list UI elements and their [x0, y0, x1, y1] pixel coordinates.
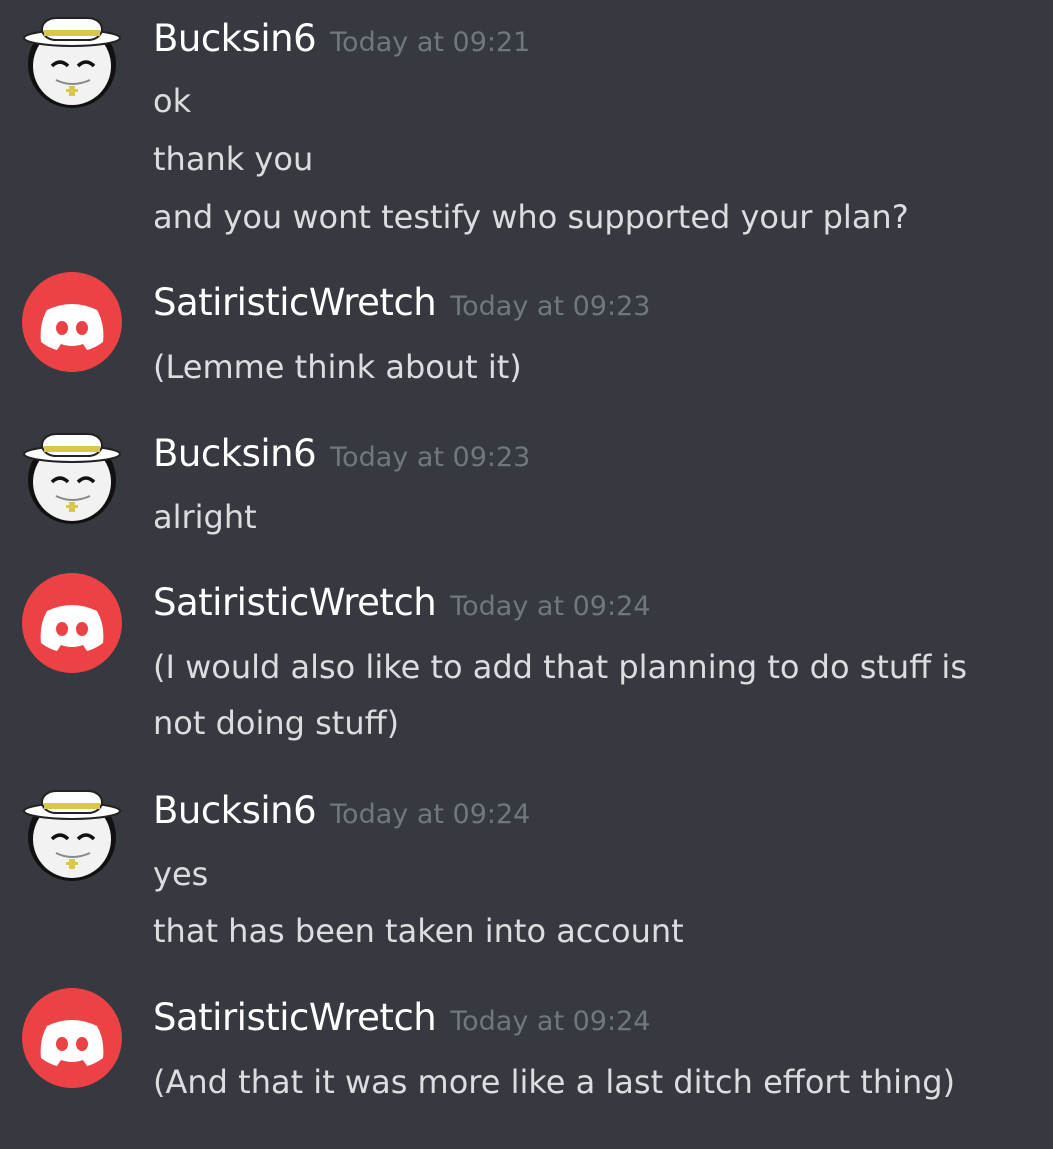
- bucksin6-avatar-icon[interactable]: [22, 781, 122, 881]
- message-text: and you wont testify who supported your …: [153, 198, 909, 236]
- message-text: that has been taken into account: [153, 912, 684, 950]
- username[interactable]: SatiristicWretch: [153, 996, 437, 1039]
- timestamp: Today at 09:21: [330, 27, 531, 58]
- timestamp: Today at 09:24: [450, 591, 651, 622]
- discord-default-avatar-icon[interactable]: [22, 573, 122, 673]
- username[interactable]: Bucksin6: [153, 17, 317, 60]
- message-text: alright: [153, 498, 257, 536]
- timestamp: Today at 09:24: [330, 799, 531, 830]
- message-text: not doing stuff): [153, 704, 400, 742]
- timestamp: Today at 09:23: [330, 442, 531, 473]
- timestamp: Today at 09:23: [450, 291, 651, 322]
- message-text: (And that it was more like a last ditch …: [153, 1063, 956, 1101]
- username[interactable]: Bucksin6: [153, 432, 317, 475]
- username[interactable]: SatiristicWretch: [153, 281, 437, 324]
- bucksin6-avatar-icon[interactable]: [22, 8, 122, 108]
- discord-default-avatar-icon[interactable]: [22, 272, 122, 372]
- message-text: (I would also like to add that planning …: [153, 648, 967, 686]
- message-text: (Lemme think about it): [153, 348, 522, 386]
- username[interactable]: SatiristicWretch: [153, 581, 437, 624]
- username[interactable]: Bucksin6: [153, 789, 317, 832]
- message-text: yes: [153, 855, 209, 893]
- discord-default-avatar-icon[interactable]: [22, 988, 122, 1088]
- bucksin6-avatar-icon[interactable]: [22, 424, 122, 524]
- message-text: ok: [153, 82, 192, 120]
- message-text: thank you: [153, 140, 314, 178]
- timestamp: Today at 09:24: [450, 1006, 651, 1037]
